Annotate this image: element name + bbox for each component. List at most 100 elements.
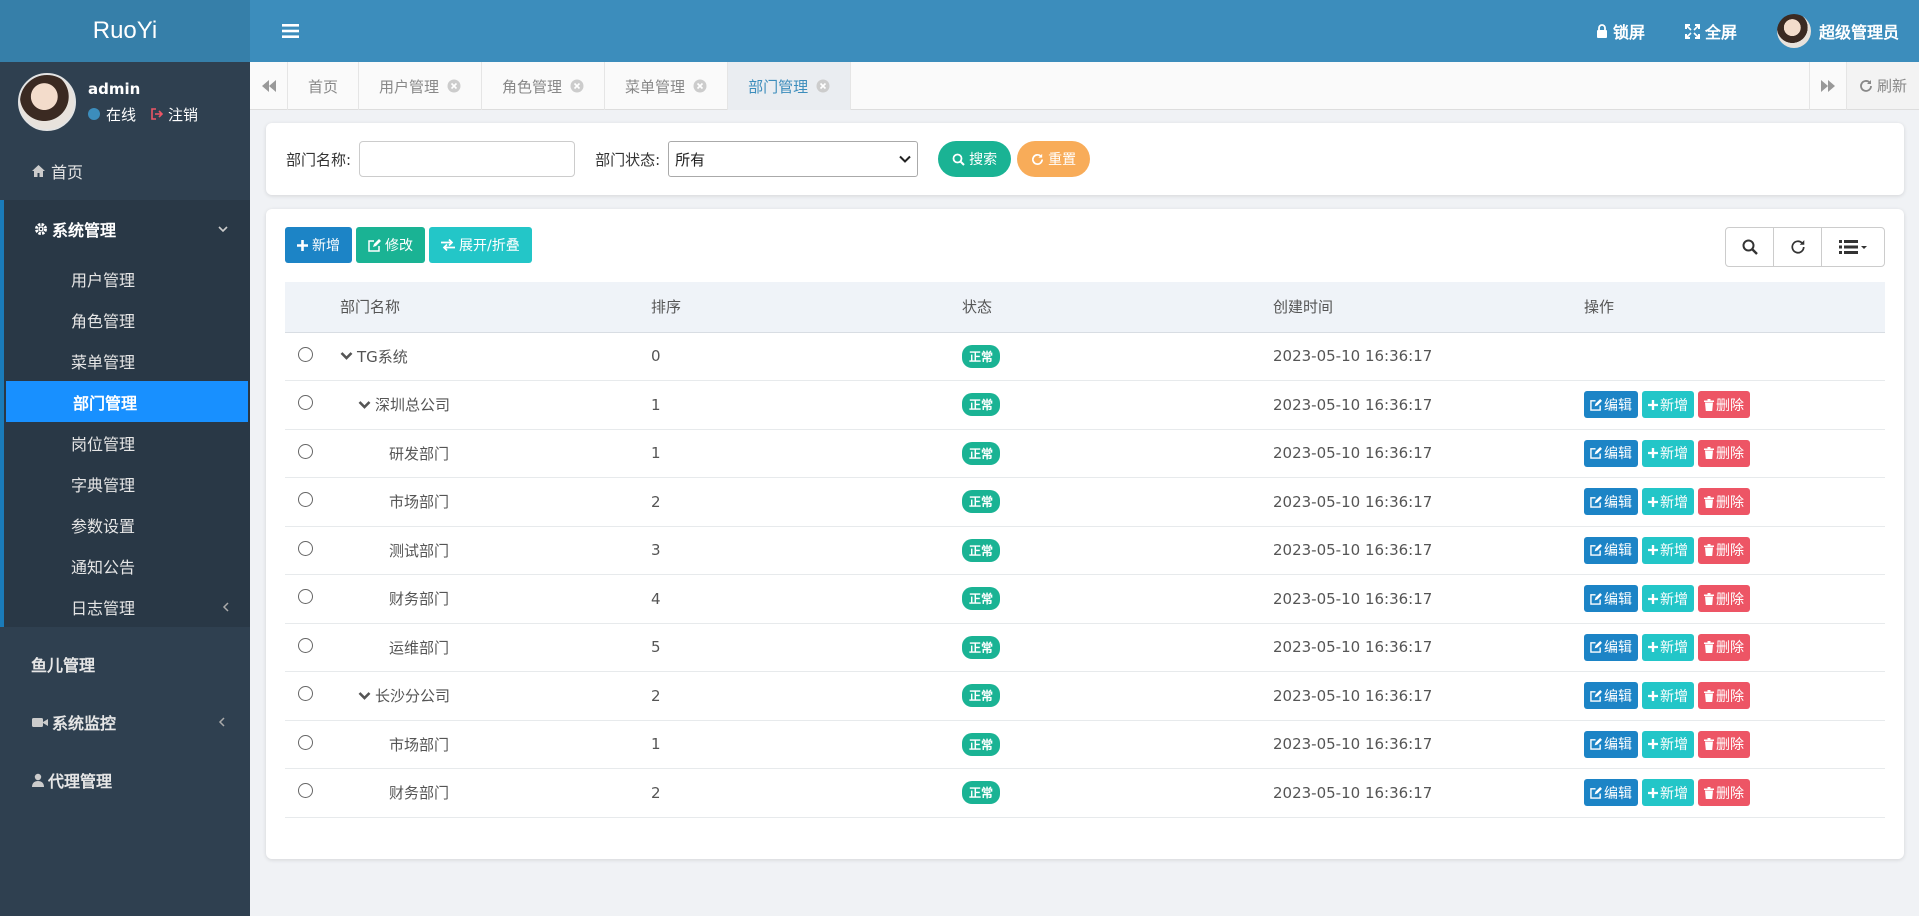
row-add-button[interactable]: 新增 bbox=[1642, 488, 1694, 516]
logout-link[interactable]: 注销 bbox=[150, 104, 198, 125]
row-delete-button[interactable]: 删除 bbox=[1698, 439, 1750, 467]
header-dept-name[interactable]: 部门名称 bbox=[340, 282, 651, 333]
row-delete-button[interactable]: 删除 bbox=[1698, 391, 1750, 419]
table-refresh-button[interactable] bbox=[1774, 228, 1822, 266]
row-add-button[interactable]: 新增 bbox=[1642, 682, 1694, 710]
sidebar-item-menu[interactable]: 菜单管理 bbox=[4, 340, 250, 381]
close-icon[interactable] bbox=[447, 79, 461, 93]
sidebar-item-notice[interactable]: 通知公告 bbox=[4, 545, 250, 586]
sidebar-item-log[interactable]: 日志管理 bbox=[4, 586, 250, 627]
header-order[interactable]: 排序 bbox=[651, 282, 962, 333]
row-add-button[interactable]: 新增 bbox=[1642, 779, 1694, 807]
search-button[interactable]: 搜索 bbox=[938, 141, 1012, 177]
hamburger-menu-icon[interactable] bbox=[282, 24, 299, 38]
tabs-scroll-left-button[interactable] bbox=[250, 62, 288, 110]
row-delete-button[interactable]: 删除 bbox=[1698, 730, 1750, 758]
tabs-scroll-right-button[interactable] bbox=[1808, 62, 1847, 110]
sidebar-item-system[interactable]: 系统管理 bbox=[4, 200, 250, 258]
tab-dept[interactable]: 部门管理 bbox=[728, 62, 852, 110]
toggle-search-button[interactable] bbox=[1726, 228, 1774, 266]
table-row[interactable]: 研发部门 1 正常 2023-05-10 16:36:17 编辑 新增 删除 bbox=[285, 429, 1885, 478]
row-select-radio[interactable] bbox=[298, 637, 313, 653]
row-select-radio[interactable] bbox=[298, 783, 313, 799]
lock-screen-button[interactable]: 锁屏 bbox=[1596, 19, 1645, 43]
row-add-button[interactable]: 新增 bbox=[1642, 585, 1694, 613]
sidebar-item-config[interactable]: 参数设置 bbox=[4, 504, 250, 545]
row-delete-button[interactable]: 删除 bbox=[1698, 536, 1750, 564]
row-add-button[interactable]: 新增 bbox=[1642, 391, 1694, 419]
chevron-down-icon[interactable] bbox=[358, 691, 371, 701]
table-row[interactable]: 运维部门 5 正常 2023-05-10 16:36:17 编辑 新增 删除 bbox=[285, 623, 1885, 672]
dept-name-input[interactable] bbox=[359, 141, 576, 177]
user-menu[interactable]: 超级管理员 bbox=[1776, 14, 1899, 48]
row-edit-button[interactable]: 编辑 bbox=[1584, 536, 1638, 564]
reset-button[interactable]: 重置 bbox=[1017, 141, 1091, 177]
edit-dept-button[interactable]: 修改 bbox=[356, 227, 425, 263]
chevron-down-icon[interactable] bbox=[340, 351, 353, 361]
tab-menu[interactable]: 菜单管理 bbox=[605, 62, 729, 110]
table-row[interactable]: 长沙分公司 2 正常 2023-05-10 16:36:17 编辑 新增 删除 bbox=[285, 671, 1885, 721]
sidebar-item-role[interactable]: 角色管理 bbox=[4, 299, 250, 340]
row-edit-button[interactable]: 编辑 bbox=[1584, 730, 1638, 758]
avatar[interactable] bbox=[18, 73, 76, 131]
table-row[interactable]: 市场部门 1 正常 2023-05-10 16:36:17 编辑 新增 删除 bbox=[285, 720, 1885, 769]
table-row[interactable]: 市场部门 2 正常 2023-05-10 16:36:17 编辑 新增 删除 bbox=[285, 477, 1885, 527]
row-edit-button[interactable]: 编辑 bbox=[1584, 585, 1638, 613]
close-icon[interactable] bbox=[816, 79, 830, 93]
fullscreen-button[interactable]: 全屏 bbox=[1684, 19, 1737, 43]
row-select-radio[interactable] bbox=[298, 346, 313, 362]
row-select-radio[interactable] bbox=[298, 395, 313, 411]
expand-collapse-button[interactable]: 展开/折叠 bbox=[429, 227, 532, 263]
sidebar-item-home[interactable]: 首页 bbox=[0, 142, 250, 200]
table-row[interactable]: 测试部门 3 正常 2023-05-10 16:36:17 编辑 新增 删除 bbox=[285, 526, 1885, 575]
table-row[interactable]: 财务部门 4 正常 2023-05-10 16:36:17 编辑 新增 删除 bbox=[285, 574, 1885, 624]
header-status[interactable]: 状态 bbox=[962, 282, 1273, 333]
row-delete-button[interactable]: 删除 bbox=[1698, 779, 1750, 807]
chevron-left-icon bbox=[222, 601, 229, 612]
sign-out-icon bbox=[151, 108, 164, 120]
table-row[interactable]: 财务部门 2 正常 2023-05-10 16:36:17 编辑 新增 删除 bbox=[285, 768, 1885, 818]
row-delete-button[interactable]: 删除 bbox=[1698, 633, 1750, 661]
sidebar-item-post[interactable]: 岗位管理 bbox=[4, 422, 250, 463]
sidebar-item-monitor[interactable]: 系统监控 bbox=[0, 693, 250, 751]
close-icon[interactable] bbox=[570, 79, 584, 93]
add-dept-button[interactable]: 新增 bbox=[285, 227, 352, 263]
columns-toggle-button[interactable] bbox=[1822, 228, 1884, 266]
row-delete-button[interactable]: 删除 bbox=[1698, 488, 1750, 516]
row-edit-button[interactable]: 编辑 bbox=[1584, 633, 1638, 661]
row-select-radio[interactable] bbox=[298, 734, 313, 750]
row-add-button[interactable]: 新增 bbox=[1642, 633, 1694, 661]
close-icon[interactable] bbox=[693, 79, 707, 93]
row-edit-button[interactable]: 编辑 bbox=[1584, 682, 1638, 710]
header-create-time[interactable]: 创建时间 bbox=[1273, 282, 1584, 333]
sidebar-item-agent[interactable]: 代理管理 bbox=[0, 751, 250, 809]
row-select-radio[interactable] bbox=[298, 686, 313, 702]
chevron-down-icon[interactable] bbox=[358, 400, 371, 410]
tabs-refresh-button[interactable]: 刷新 bbox=[1846, 62, 1919, 109]
table-row[interactable]: TG系统 0 正常 2023-05-10 16:36:17 bbox=[285, 332, 1885, 381]
sidebar-item-user[interactable]: 用户管理 bbox=[4, 258, 250, 299]
row-select-radio[interactable] bbox=[298, 443, 313, 459]
status-badge: 正常 bbox=[962, 441, 1001, 465]
row-select-radio[interactable] bbox=[298, 589, 313, 605]
row-edit-button[interactable]: 编辑 bbox=[1584, 488, 1638, 516]
row-edit-button[interactable]: 编辑 bbox=[1584, 439, 1638, 467]
row-add-button[interactable]: 新增 bbox=[1642, 439, 1694, 467]
row-edit-button[interactable]: 编辑 bbox=[1584, 779, 1638, 807]
row-delete-button[interactable]: 删除 bbox=[1698, 585, 1750, 613]
sidebar-item-dict[interactable]: 字典管理 bbox=[4, 463, 250, 504]
row-add-button[interactable]: 新增 bbox=[1642, 730, 1694, 758]
row-select-radio[interactable] bbox=[298, 492, 313, 508]
dept-status-select[interactable]: 所有 bbox=[668, 141, 919, 177]
row-delete-button[interactable]: 删除 bbox=[1698, 682, 1750, 710]
tab-home[interactable]: 首页 bbox=[288, 62, 360, 110]
row-select-radio[interactable] bbox=[298, 540, 313, 556]
sidebar-item-dept[interactable]: 部门管理 bbox=[6, 381, 248, 422]
app-logo[interactable]: RuoYi bbox=[0, 0, 250, 62]
row-edit-button[interactable]: 编辑 bbox=[1584, 391, 1638, 419]
tab-role[interactable]: 角色管理 bbox=[482, 62, 606, 110]
table-row[interactable]: 深圳总公司 1 正常 2023-05-10 16:36:17 编辑 新增 删除 bbox=[285, 380, 1885, 430]
row-add-button[interactable]: 新增 bbox=[1642, 536, 1694, 564]
tab-user[interactable]: 用户管理 bbox=[359, 62, 483, 110]
sidebar-item-fish[interactable]: 鱼儿管理 bbox=[0, 635, 250, 693]
